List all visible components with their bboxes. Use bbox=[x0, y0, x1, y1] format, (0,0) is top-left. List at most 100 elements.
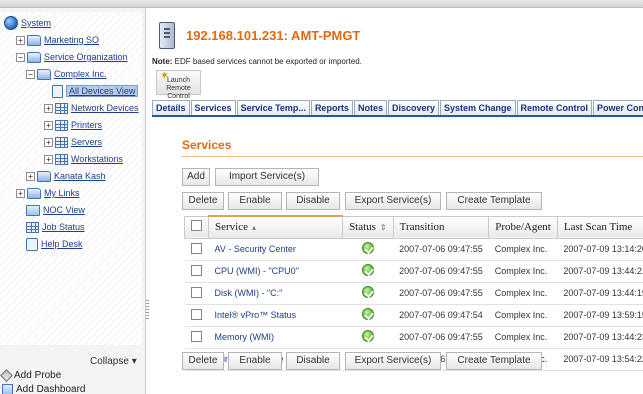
row-checkbox[interactable] bbox=[191, 242, 202, 254]
add-dashboard-label[interactable]: Add Dashboard bbox=[16, 384, 86, 394]
tab-system-change[interactable]: System Change bbox=[440, 100, 516, 115]
table-row[interactable]: AV - Security Center 2007-07-06 09:47:55 C… bbox=[184, 238, 643, 261]
status-ok-icon bbox=[361, 286, 374, 298]
tab-power-control[interactable]: Power Control bbox=[593, 100, 643, 115]
tab-services[interactable]: Services bbox=[190, 100, 236, 115]
row-select-cell[interactable] bbox=[184, 326, 209, 349]
service-name-cell[interactable]: AV - Security Center bbox=[208, 238, 343, 261]
add-dashboard-link[interactable]: Add Dashboard bbox=[2, 384, 86, 394]
add-probe-link[interactable]: Add Probe bbox=[0, 369, 61, 382]
tree-label-service-organization[interactable]: Service Organization bbox=[44, 52, 128, 62]
tree-label-kanata-kash[interactable]: Kanata Kash bbox=[54, 171, 106, 181]
tree-label-network-devices[interactable]: Network Devices bbox=[71, 103, 139, 113]
tree-node-workstations[interactable]: + Workstations bbox=[44, 152, 123, 166]
column-header-status[interactable]: Status ⇕ bbox=[342, 215, 394, 239]
tree-node-network-devices[interactable]: + Network Devices bbox=[44, 101, 139, 115]
expand-toggle-icon[interactable]: + bbox=[16, 35, 25, 45]
delete-button[interactable]: Delete bbox=[182, 192, 224, 210]
tab-notes[interactable]: Notes bbox=[353, 100, 387, 115]
enable-button[interactable]: Enable bbox=[228, 192, 282, 210]
tree-node-help-desk[interactable]: Help Desk bbox=[26, 237, 83, 251]
disable-button-bottom[interactable]: Disable bbox=[286, 352, 340, 370]
row-select-cell[interactable] bbox=[184, 304, 209, 327]
folder-icon bbox=[37, 68, 51, 80]
tree-node-system[interactable]: System bbox=[4, 16, 51, 30]
row-checkbox[interactable] bbox=[191, 330, 202, 342]
tree-label-marketing-so[interactable]: Marketing SO bbox=[44, 35, 99, 45]
collapse-toggle-icon[interactable]: − bbox=[16, 52, 25, 62]
tree-label-printers[interactable]: Printers bbox=[71, 120, 102, 130]
tree-label-servers[interactable]: Servers bbox=[71, 137, 102, 147]
tab-discovery[interactable]: Discovery bbox=[387, 100, 439, 115]
tree-label-help-desk[interactable]: Help Desk bbox=[41, 239, 83, 249]
tab-details[interactable]: Details bbox=[152, 100, 190, 115]
expand-toggle-icon[interactable]: + bbox=[44, 137, 53, 147]
column-header-last-scan[interactable]: Last Scan Time bbox=[556, 215, 643, 239]
tree-label-system[interactable]: System bbox=[21, 18, 51, 28]
add-dashboard-icon bbox=[2, 384, 13, 394]
expand-toggle-icon[interactable]: + bbox=[16, 188, 25, 198]
tree-node-servers[interactable]: + Servers bbox=[44, 135, 102, 149]
select-all-header[interactable] bbox=[184, 215, 209, 239]
expand-toggle-icon[interactable]: + bbox=[44, 120, 53, 130]
tree-node-all-devices-view[interactable]: All Devices View bbox=[52, 84, 139, 98]
row-checkbox[interactable] bbox=[191, 264, 202, 276]
export-services-button-bottom[interactable]: Export Service(s) bbox=[345, 352, 441, 370]
collapse-button[interactable]: Collapse ▾ bbox=[90, 356, 137, 367]
table-row[interactable]: Disk (WMI) - "C:" 2007-07-06 09:47:55 Comp… bbox=[184, 282, 643, 305]
tree-label-all-devices-view[interactable]: All Devices View bbox=[66, 85, 139, 97]
tree-label-workstations[interactable]: Workstations bbox=[71, 154, 123, 164]
tree-node-my-links[interactable]: + My Links bbox=[16, 186, 80, 200]
service-name-cell[interactable]: Intel® vPro™ Status bbox=[208, 304, 343, 327]
column-header-probe-agent[interactable]: Probe/Agent bbox=[488, 215, 558, 239]
select-all-checkbox[interactable] bbox=[191, 220, 202, 231]
row-checkbox[interactable] bbox=[191, 308, 202, 320]
service-name-cell[interactable]: Disk (WMI) - "C:" bbox=[208, 282, 343, 305]
tree-node-printers[interactable]: + Printers bbox=[44, 118, 102, 132]
pane-resize-grip[interactable] bbox=[146, 300, 149, 320]
last-scan-cell: 2007-07-09 13:54:22 bbox=[557, 348, 643, 371]
tree-label-complex-inc[interactable]: Complex Inc. bbox=[54, 69, 107, 79]
tree-label-noc-view[interactable]: NOC View bbox=[43, 205, 85, 215]
create-template-button[interactable]: Create Template bbox=[446, 192, 542, 210]
column-header-service[interactable]: Service ▴ bbox=[207, 215, 344, 239]
tree-node-service-organization[interactable]: − Service Organization bbox=[16, 50, 128, 64]
expand-toggle-icon[interactable]: + bbox=[44, 103, 53, 113]
add-button[interactable]: Add bbox=[182, 168, 210, 186]
row-select-cell[interactable] bbox=[184, 238, 209, 261]
add-probe-label[interactable]: Add Probe bbox=[14, 370, 61, 381]
tab-reports[interactable]: Reports bbox=[310, 100, 353, 115]
delete-button-bottom[interactable]: Delete bbox=[182, 352, 224, 370]
tree-node-complex-inc[interactable]: − Complex Inc. bbox=[26, 67, 107, 81]
tree-node-job-status[interactable]: Job Status bbox=[26, 220, 85, 234]
row-checkbox[interactable] bbox=[191, 286, 202, 298]
last-scan-cell: 2007-07-09 13:59:15 bbox=[557, 304, 643, 327]
expand-toggle-icon[interactable]: + bbox=[44, 154, 53, 164]
status-cell bbox=[342, 282, 394, 305]
collapse-toggle-icon[interactable]: − bbox=[26, 69, 35, 79]
tree-node-noc-view[interactable]: NOC View bbox=[26, 203, 85, 217]
enable-button-bottom[interactable]: Enable bbox=[228, 352, 282, 370]
tree-label-job-status[interactable]: Job Status bbox=[42, 222, 85, 232]
table-row[interactable]: CPU (WMI) - "CPU0" 2007-07-06 09:47:55 Com… bbox=[184, 260, 643, 283]
table-row[interactable]: Intel® vPro™ Status 2007-07-06 09:47:54 Co… bbox=[184, 304, 643, 327]
tab-remote-control[interactable]: Remote Control bbox=[516, 100, 593, 115]
table-row[interactable]: Memory (WMI) 2007-07-06 09:47:55 Complex I… bbox=[184, 326, 643, 349]
column-header-transition[interactable]: Transition bbox=[392, 215, 490, 239]
launch-remote-control-button[interactable]: ✶ Launch Remote Control bbox=[156, 70, 201, 100]
last-scan-cell: 2007-07-09 13:44:23 bbox=[557, 326, 643, 349]
import-services-button[interactable]: Import Service(s) bbox=[215, 168, 319, 186]
row-select-cell[interactable] bbox=[184, 260, 209, 283]
disable-button[interactable]: Disable bbox=[286, 192, 340, 210]
tab-service-templates[interactable]: Service Temp... bbox=[236, 100, 310, 115]
service-name-cell[interactable]: Memory (WMI) bbox=[208, 326, 343, 349]
export-services-button[interactable]: Export Service(s) bbox=[345, 192, 441, 210]
create-template-button-bottom[interactable]: Create Template bbox=[446, 352, 542, 370]
service-name-cell[interactable]: CPU (WMI) - "CPU0" bbox=[208, 260, 343, 283]
row-select-cell[interactable] bbox=[184, 282, 209, 305]
tree-node-kanata-kash[interactable]: + Kanata Kash bbox=[26, 169, 106, 183]
main-content: 192.168.101.231: AMT-PMGT Note: EDF base… bbox=[152, 8, 643, 394]
tree-label-my-links[interactable]: My Links bbox=[44, 188, 80, 198]
tree-node-marketing-so[interactable]: + Marketing SO bbox=[16, 33, 99, 47]
expand-toggle-icon[interactable]: + bbox=[26, 171, 35, 181]
